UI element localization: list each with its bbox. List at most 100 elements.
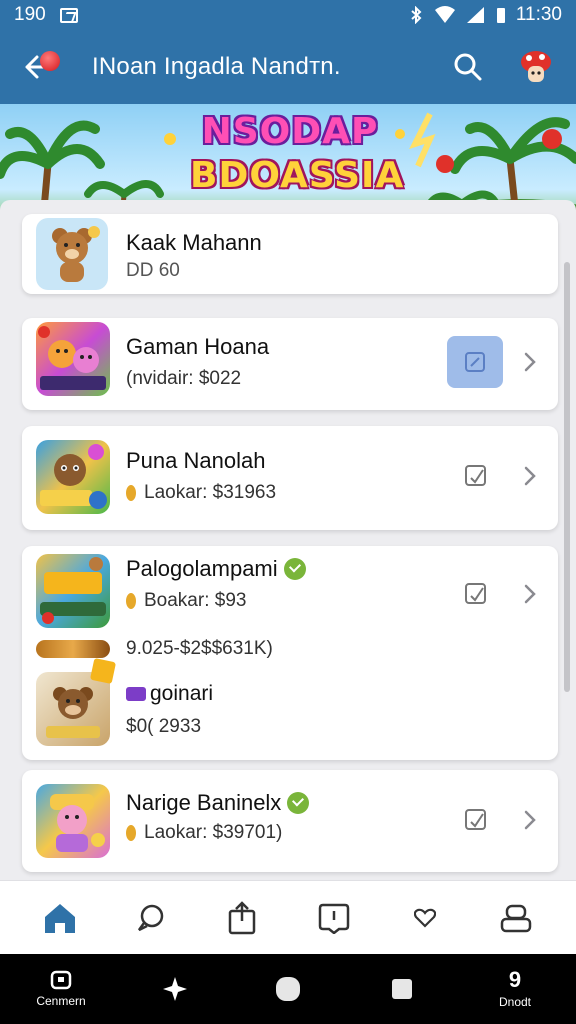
status-left-text: 190 [14,4,46,25]
home-icon [44,903,75,933]
item-price: Laokar: $31963 [144,482,277,503]
logo-line2: BDOASSIA [190,155,405,196]
item-title: Kaak Mahann [126,230,262,255]
back-button[interactable] [18,47,60,87]
bottom-navigation [0,880,576,954]
monkey-character-icon [46,687,100,738]
profile-icon [501,904,532,932]
page-title: INoan Ingadla Nandтn. [92,53,341,80]
coin-icon [126,593,136,609]
chevron-right-icon[interactable] [518,350,542,374]
treasure-game-icon [40,557,106,624]
battery-icon [496,8,505,23]
search-button[interactable] [446,45,490,89]
system-assistant-button[interactable] [140,959,210,1019]
game-thumbnail [36,440,110,514]
list-item[interactable]: Kaak Mahann DD 60 [22,214,558,294]
wifi-icon [434,6,455,23]
edit-square-icon [465,583,486,604]
logo-line1: NSODAP [201,111,379,152]
edit-button[interactable] [459,576,493,610]
edit-square-icon [465,465,486,486]
system-menu-button[interactable]: Cenmern [26,959,96,1019]
game-thumbnail [36,554,110,628]
nav-notes[interactable] [310,894,358,942]
fruit-characters-icon [38,326,106,390]
edit-square-icon [465,352,485,372]
item-title-text: Narige Baninelx [126,790,282,815]
notification-dot [40,51,60,71]
sub-item-price: $0( 2933 [126,716,202,737]
sub-item-title-text: goinari [150,682,214,705]
nav-share[interactable] [218,894,266,942]
game-thumbnail [36,218,108,290]
item-title: Narige Baninelx [126,790,310,816]
app-bar: INoan Ingadla Nandтn. [0,30,576,104]
status-time: 11:30 [515,4,562,25]
item-subtitle: (nvidair: $022 [126,368,242,389]
edit-button[interactable] [459,458,493,492]
nav-chat[interactable] [127,894,175,942]
item-subtitle: Boakar: $93 [126,590,246,612]
item-title: Puna Nanolah [126,448,266,473]
chevron-right-icon[interactable] [518,582,542,606]
nav-favorites[interactable] [401,894,449,942]
search-icon [454,53,482,81]
verified-icon [283,558,306,580]
coin-icon [126,825,136,841]
item-subtitle: DD 60 [126,260,180,281]
list-item-expanded[interactable]: Palogolampami Boakar: $93 9.025-$2$$631K… [22,546,558,760]
screenshot-notification-icon [59,7,78,23]
system-right-number: 9 [508,967,522,992]
item-price: Boakar: $93 [144,590,247,611]
item-price: Laokar: $39701) [144,822,283,843]
signal-icon [466,7,484,23]
mushroom-mascot-icon [521,51,551,82]
item-subtitle: Laokar: $31963 [126,482,276,504]
nav-profile[interactable] [492,894,540,942]
square-dot-icon [50,970,72,990]
verified-icon [287,792,310,814]
edit-button[interactable] [447,336,503,388]
system-right-label: Dnodt [498,995,532,1009]
chevron-right-icon[interactable] [518,808,542,832]
edit-square-icon [465,809,486,830]
heart-icon [413,908,436,928]
coin-icon [126,485,136,501]
price-range-text: 9.025-$2$$631K) [126,638,273,659]
item-title-text: Palogolampami [126,556,278,581]
game-thumbnail [36,784,110,858]
item-subtitle: Laokar: $39701) [126,822,282,844]
edit-button[interactable] [459,802,493,836]
bear-character-icon [52,226,100,282]
system-recents-button[interactable] [367,959,437,1019]
sub-item-title: goinari [126,682,213,706]
list-item[interactable]: Puna Nanolah Laokar: $31963 [22,426,558,530]
pink-character-icon [50,794,105,852]
hero-character-icon [40,444,107,509]
game-thumbnail [36,322,110,396]
item-title: Palogolampami [126,556,306,582]
game-logo: NSODAP BDOASSIA [190,110,405,202]
system-home-button[interactable] [253,959,323,1019]
list-item[interactable]: Narige Baninelx Laokar: $39701) [22,770,558,872]
tag-icon [126,687,146,701]
notes-icon [318,903,349,934]
scrollbar[interactable] [564,262,570,692]
nav-home[interactable] [36,894,84,942]
gold-badge-icon [89,657,117,685]
profile-mascot-button[interactable] [514,45,558,89]
system-navigation-bar: Cenmern 9 Dnodt [0,954,576,1024]
chevron-right-icon[interactable] [518,464,542,488]
home-circle-icon [276,977,300,1001]
recents-square-icon [391,979,412,999]
item-title: Gaman Hoana [126,334,270,359]
system-right-button[interactable]: 9 Dnodt [480,959,550,1019]
sub-item-thumbnail [36,672,110,746]
share-icon [229,900,256,934]
list-item[interactable]: Gaman Hoana (nvidair: $022 [22,318,558,410]
chat-icon [137,904,164,931]
bluetooth-icon [411,6,422,24]
sparkle-icon [162,977,187,1001]
progress-bar [36,640,110,658]
